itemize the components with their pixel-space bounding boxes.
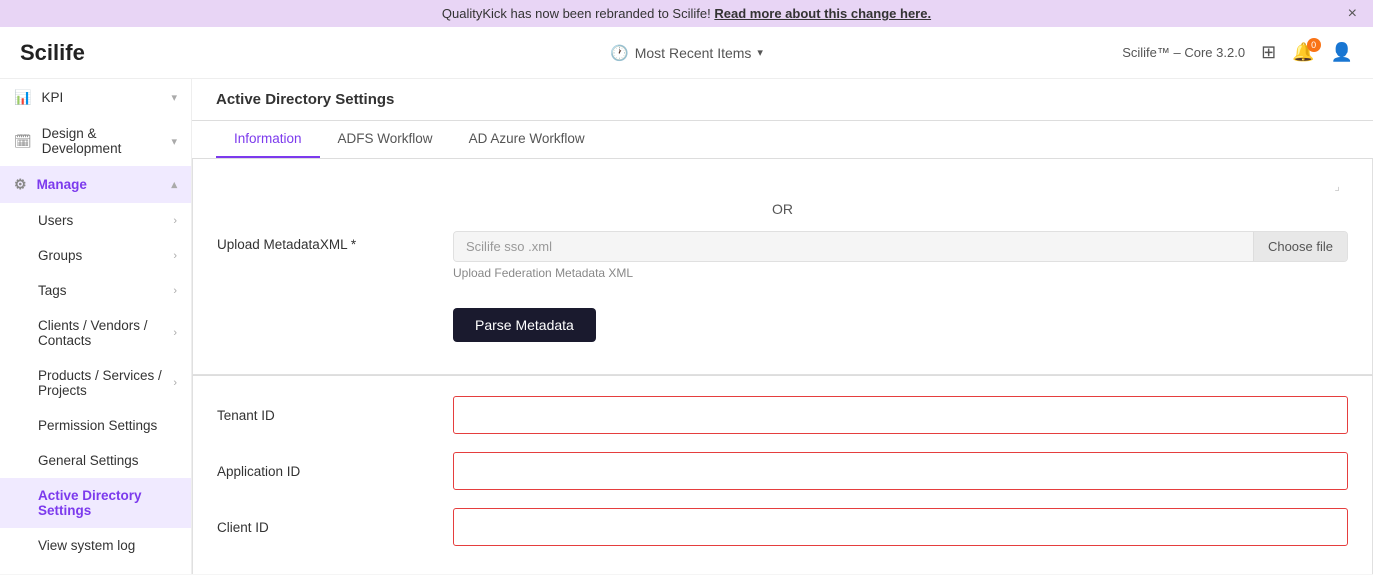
announcement-bar: QualityKick has now been rebranded to Sc… — [0, 0, 1373, 27]
close-announcement-button[interactable]: × — [1348, 5, 1357, 23]
sidebar-item-clients[interactable]: Clients / Vendors / Contacts › — [0, 308, 191, 358]
sidebar-item-active-directory[interactable]: Active Directory Settings — [0, 478, 191, 528]
windows-icon-button[interactable]: ⊞ — [1261, 42, 1276, 63]
upload-control: Scilife sso .xml Choose file Upload Fede… — [453, 231, 1348, 280]
tabs: Information ADFS Workflow AD Azure Workf… — [192, 121, 1373, 159]
most-recent-items-button[interactable]: 🕐 Most Recent Items ▾ — [610, 44, 763, 62]
application-id-label: Application ID — [217, 464, 437, 479]
manage-icon: ⚙ — [14, 176, 27, 193]
tenant-id-row: Tenant ID — [217, 396, 1348, 434]
kpi-icon: 📊 — [14, 89, 31, 106]
parse-metadata-button[interactable]: Parse Metadata — [453, 308, 596, 342]
sidebar-item-users[interactable]: Users › — [0, 203, 191, 238]
chevron-right-icon: › — [173, 327, 177, 339]
sidebar: 📊 KPI ▾ 🗓 Design & Development ▾ ⚙ Manag… — [0, 79, 192, 574]
tenant-id-label: Tenant ID — [217, 408, 437, 423]
sidebar-item-manage[interactable]: ⚙ Manage ▴ — [0, 166, 191, 203]
sidebar-item-view-syslog[interactable]: View system log — [0, 528, 191, 563]
client-id-input[interactable] — [453, 508, 1348, 546]
announcement-text: QualityKick has now been rebranded to Sc… — [442, 6, 711, 21]
main-layout: 📊 KPI ▾ 🗓 Design & Development ▾ ⚙ Manag… — [0, 79, 1373, 574]
sidebar-item-tags[interactable]: Tags › — [0, 273, 191, 308]
version-text: Scilife™ – Core 3.2.0 — [1122, 45, 1245, 60]
upload-metadata-row: Upload MetadataXML * Scilife sso .xml Ch… — [217, 231, 1348, 280]
tab-adfs-workflow[interactable]: ADFS Workflow — [320, 121, 451, 158]
application-id-row: Application ID — [217, 452, 1348, 490]
chevron-right-icon: › — [173, 285, 177, 297]
file-input-row: Scilife sso .xml Choose file — [453, 231, 1348, 262]
file-input-placeholder: Scilife sso .xml — [454, 232, 1253, 261]
resize-handle: ⌟ — [217, 179, 1348, 193]
most-recent-label: Most Recent Items — [635, 45, 752, 61]
notification-badge: 0 — [1307, 38, 1321, 52]
clock-icon: 🕐 — [610, 44, 629, 62]
content-area: Active Directory Settings Information AD… — [192, 79, 1373, 574]
top-right-actions: Scilife™ – Core 3.2.0 ⊞ 🔔 0 👤 — [1122, 42, 1353, 63]
logo: Scilife — [20, 40, 85, 66]
or-divider: OR — [217, 193, 1348, 231]
sidebar-item-products[interactable]: Products / Services / Projects › — [0, 358, 191, 408]
client-id-row: Client ID — [217, 508, 1348, 546]
notifications-button[interactable]: 🔔 0 — [1292, 42, 1314, 63]
user-icon: 👤 — [1331, 42, 1353, 63]
user-profile-button[interactable]: 👤 — [1331, 42, 1353, 63]
application-id-input[interactable] — [453, 452, 1348, 490]
windows-icon: ⊞ — [1261, 42, 1276, 63]
announcement-link[interactable]: Read more about this change here. — [714, 6, 931, 21]
page-header: Active Directory Settings — [192, 79, 1373, 121]
chevron-down-icon: ▾ — [171, 135, 177, 148]
client-id-label: Client ID — [217, 520, 437, 535]
tab-azure-workflow[interactable]: AD Azure Workflow — [451, 121, 603, 158]
upload-label: Upload MetadataXML * — [217, 231, 437, 252]
chevron-right-icon: › — [173, 377, 177, 389]
sidebar-item-permissions[interactable]: Permission Settings — [0, 408, 191, 443]
sidebar-item-design-dev[interactable]: 🗓 Design & Development ▾ — [0, 116, 191, 166]
choose-file-button[interactable]: Choose file — [1253, 232, 1347, 261]
chevron-right-icon: › — [173, 215, 177, 227]
chevron-up-icon: ▴ — [171, 178, 177, 191]
chevron-down-icon: ▾ — [171, 91, 177, 104]
tab-information[interactable]: Information — [216, 121, 320, 158]
calendar-icon: 🗓 — [14, 133, 32, 150]
sidebar-item-general[interactable]: General Settings — [0, 443, 191, 478]
fields-section: Tenant ID Application ID Client ID — [192, 375, 1373, 574]
sidebar-item-kpi[interactable]: 📊 KPI ▾ — [0, 79, 191, 116]
upload-hint: Upload Federation Metadata XML — [453, 266, 1348, 280]
top-bar: Scilife 🕐 Most Recent Items ▾ Scilife™ –… — [0, 27, 1373, 79]
tenant-id-input[interactable] — [453, 396, 1348, 434]
form-section: ⌟ OR Upload MetadataXML * Scilife sso .x… — [192, 159, 1373, 375]
page-title: Active Directory Settings — [216, 91, 394, 108]
chevron-right-icon: › — [173, 250, 177, 262]
chevron-down-icon: ▾ — [757, 46, 763, 59]
sidebar-item-groups[interactable]: Groups › — [0, 238, 191, 273]
